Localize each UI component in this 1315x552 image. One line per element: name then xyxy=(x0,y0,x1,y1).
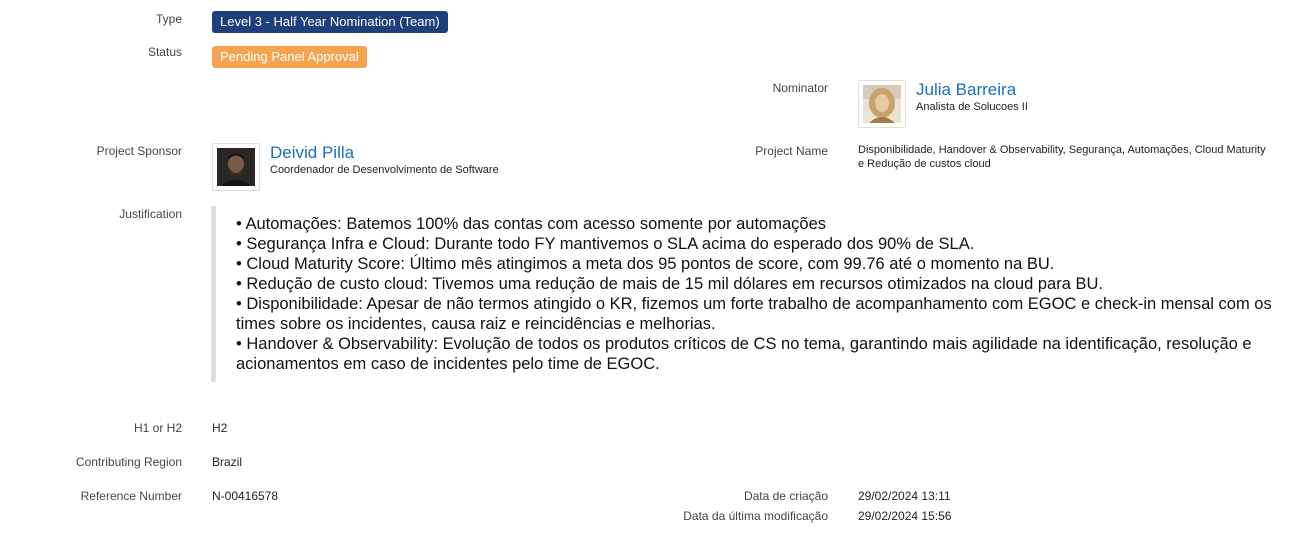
project-sponsor-label: Project Sponsor xyxy=(96,144,182,158)
sponsor-title: Coordenador de Desenvolvimento de Softwa… xyxy=(270,164,499,176)
sponsor-name-link[interactable]: Deivid Pilla xyxy=(270,143,354,163)
justification-text: • Automações: Batemos 100% das contas co… xyxy=(211,206,1281,382)
justification-line: • Redução de custo cloud: Tivemos uma re… xyxy=(236,275,1103,293)
justification-line: • Segurança Infra e Cloud: Durante todo … xyxy=(236,235,975,253)
region-value: Brazil xyxy=(212,455,243,469)
h1h2-value: H2 xyxy=(212,421,228,435)
type-label: Type xyxy=(155,12,182,26)
status-value: Pending Panel Approval xyxy=(212,46,367,68)
status-badge: Pending Panel Approval xyxy=(212,46,367,68)
project-name-label: Project Name xyxy=(755,144,828,158)
sponsor-avatar[interactable] xyxy=(212,143,260,191)
justification-line: • Handover & Observability: Evolução de … xyxy=(236,335,1252,373)
created-date-label: Data de criação xyxy=(743,489,828,503)
nominator-title: Analista de Solucoes II xyxy=(916,101,1028,113)
sponsor-avatar-icon xyxy=(217,148,255,186)
created-date-value: 29/02/2024 13:11 xyxy=(858,489,951,503)
region-label: Contributing Region xyxy=(75,455,182,469)
type-value: Level 3 - Half Year Nomination (Team) xyxy=(212,11,448,33)
reference-number-label: Reference Number xyxy=(80,489,182,503)
justification-line: • Automações: Batemos 100% das contas co… xyxy=(236,215,827,233)
nominator-name-link[interactable]: Julia Barreira xyxy=(916,80,1016,100)
project-name-value: Disponibilidade, Handover & Observabilit… xyxy=(858,144,1266,170)
status-label: Status xyxy=(147,45,182,59)
type-badge: Level 3 - Half Year Nomination (Team) xyxy=(212,11,448,33)
modified-date-label: Data da última modificação xyxy=(683,509,828,523)
justification-line: • Cloud Maturity Score: Último mês ating… xyxy=(236,255,1055,273)
nominator-avatar[interactable] xyxy=(858,80,906,128)
modified-date-value: 29/02/2024 15:56 xyxy=(858,509,952,523)
justification-label: Justification xyxy=(119,207,182,221)
h1h2-label: H1 or H2 xyxy=(133,421,182,435)
justification-line: • Disponibilidade: Apesar de não termos … xyxy=(236,295,1272,333)
nominator-label: Nominator xyxy=(772,81,828,95)
reference-number-value: N-00416578 xyxy=(212,489,279,503)
nominator-avatar-icon xyxy=(863,85,901,123)
